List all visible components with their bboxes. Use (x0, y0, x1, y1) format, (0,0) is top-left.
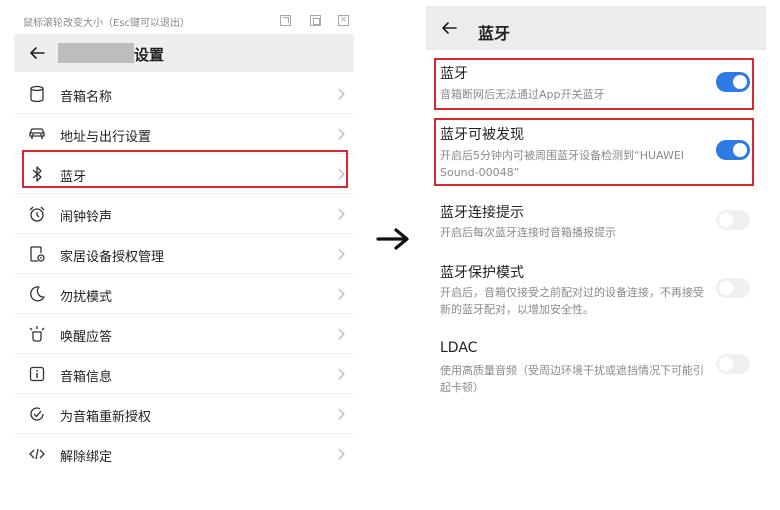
menu-item-label: 闹钟铃声 (60, 210, 113, 225)
chevron-right-icon (338, 408, 345, 420)
wake-response-icon (29, 326, 45, 342)
page-title: 蓝牙 (478, 24, 511, 43)
menu-item-alarm[interactable]: 闹钟铃声 (14, 194, 354, 234)
menu-item-label: 音箱名称 (60, 90, 113, 105)
setting-connection-prompt: 蓝牙连接提示 开启后每次蓝牙连接时音箱播报提示 (426, 198, 766, 246)
menu-item-device-auth[interactable]: 家居设备授权管理 (14, 234, 354, 274)
close-icon[interactable]: × (338, 15, 349, 26)
chevron-right-icon (338, 368, 345, 380)
setting-title: 蓝牙连接提示 (440, 205, 524, 221)
bluetooth-header: 蓝牙 (426, 6, 766, 50)
menu-item-unbind[interactable]: 解除绑定 (14, 434, 354, 474)
setting-ldac: LDAC 使用高质量音频（受周边环境干扰或遮挡情况下可能引起卡顿） (426, 336, 766, 402)
chevron-right-icon (338, 328, 345, 340)
chevron-right-icon (338, 288, 345, 300)
chevron-right-icon (338, 208, 345, 220)
menu-item-label: 家居设备授权管理 (60, 250, 165, 265)
menu-item-address[interactable]: 地址与出行设置 (14, 114, 354, 154)
setting-title: LDAC (440, 340, 478, 356)
fullscreen-icon[interactable] (310, 15, 321, 26)
settings-menu: 音箱名称 地址与出行设置 蓝牙 闹钟铃声 家居设备授权管理 勿扰模式 唤醒应答 … (14, 74, 354, 474)
window-resize-hint: 鼠标滚轮改变大小（Esc键可以退出） (23, 18, 191, 29)
bluetooth-highlight-box (434, 58, 754, 110)
setting-title: 蓝牙保护模式 (440, 265, 524, 281)
menu-item-label: 唤醒应答 (60, 330, 113, 345)
menu-item-label: 地址与出行设置 (60, 130, 152, 145)
chevron-right-icon (338, 448, 345, 460)
unbind-icon (29, 448, 45, 460)
back-arrow-icon[interactable] (440, 19, 458, 37)
alarm-clock-icon (29, 206, 45, 222)
protection-mode-toggle[interactable] (716, 278, 750, 298)
car-icon (29, 128, 45, 139)
menu-item-do-not-disturb[interactable]: 勿扰模式 (14, 274, 354, 314)
menu-item-reauthorize[interactable]: 为音箱重新授权 (14, 394, 354, 434)
device-name-redacted (58, 43, 134, 63)
open-external-icon[interactable] (280, 15, 291, 26)
menu-item-label: 勿扰模式 (60, 290, 113, 305)
setting-desc: 开启后每次蓝牙连接时音箱播报提示 (440, 226, 616, 239)
arrow-right-icon (376, 228, 409, 250)
bluetooth-highlight-box (22, 150, 348, 188)
menu-item-wake-response[interactable]: 唤醒应答 (14, 314, 354, 354)
settings-window: 鼠标滚轮改变大小（Esc键可以退出） × 设置 音箱名称 地址与出行设置 蓝牙 … (14, 6, 354, 466)
chevron-right-icon (338, 88, 345, 100)
info-icon (29, 366, 45, 382)
bluetooth-settings-page: 蓝牙 蓝牙 音箱断网后无法通过App开关蓝牙 蓝牙可被发现 开启后5分钟内可被周… (426, 6, 766, 406)
device-auth-icon (30, 246, 45, 262)
menu-item-speaker-info[interactable]: 音箱信息 (14, 354, 354, 394)
menu-item-label: 音箱信息 (60, 370, 113, 385)
discoverable-highlight-box (434, 118, 754, 186)
setting-desc: 开启后，音箱仅接受之前配对过的设备连接，不再接受新的蓝牙配对，以增加安全性。 (440, 286, 704, 316)
setting-desc: 使用高质量音频（受周边环境干扰或遮挡情况下可能引起卡顿） (440, 364, 704, 394)
setting-protection-mode: 蓝牙保护模式 开启后，音箱仅接受之前配对过的设备连接，不再接受新的蓝牙配对，以增… (426, 258, 766, 324)
menu-item-label: 解除绑定 (60, 450, 113, 465)
page-title: 设置 (134, 46, 165, 64)
settings-header: 设置 (14, 34, 354, 72)
window-bar: 鼠标滚轮改变大小（Esc键可以退出） × (14, 6, 354, 34)
reauthorize-icon (30, 407, 44, 421)
chevron-right-icon (338, 128, 345, 140)
connection-prompt-toggle[interactable] (716, 210, 750, 230)
menu-item-speaker-name[interactable]: 音箱名称 (14, 74, 354, 114)
back-arrow-icon[interactable] (28, 44, 46, 62)
moon-icon (30, 286, 45, 302)
speaker-icon (30, 85, 44, 103)
chevron-right-icon (338, 248, 345, 260)
ldac-toggle[interactable] (716, 354, 750, 374)
menu-item-label: 为音箱重新授权 (60, 410, 152, 425)
